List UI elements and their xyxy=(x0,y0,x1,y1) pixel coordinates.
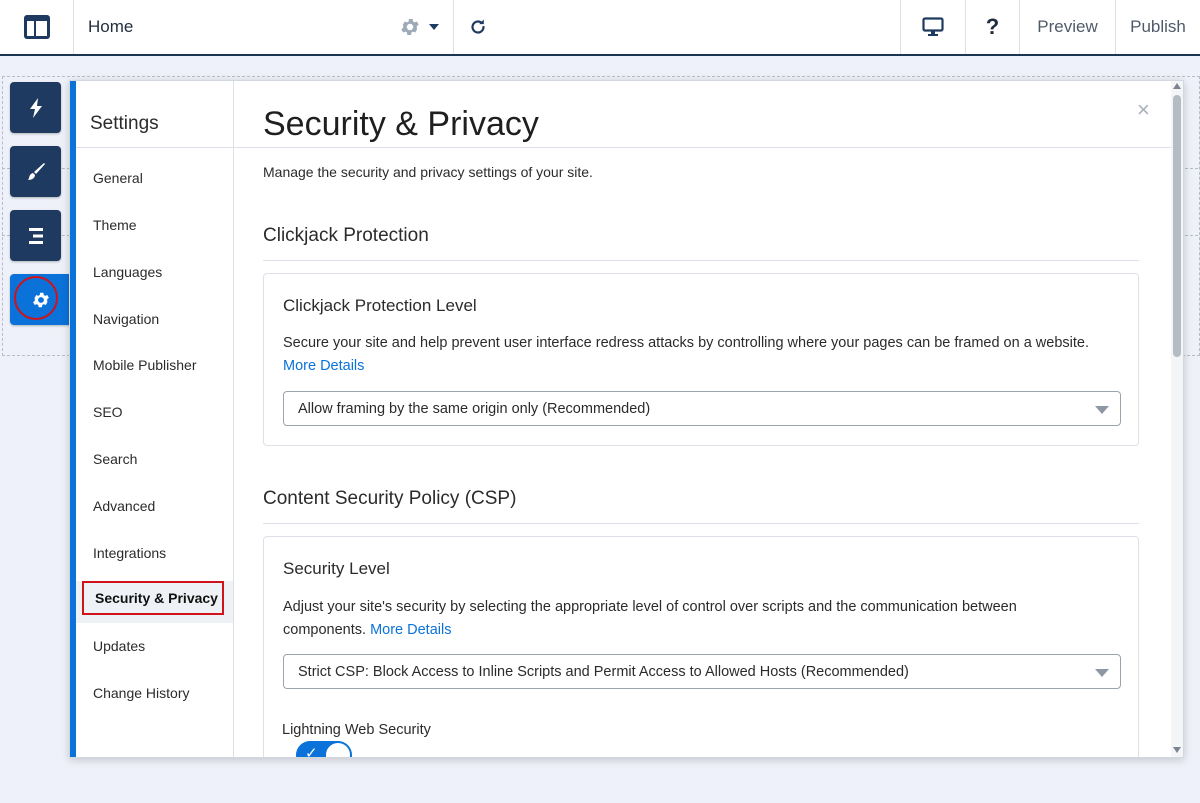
settings-sidebar: Settings General Theme Languages Navigat… xyxy=(76,81,234,757)
sidebar-item-navigation[interactable]: Navigation xyxy=(93,311,159,327)
divider xyxy=(263,260,1139,261)
sidebar-item-updates[interactable]: Updates xyxy=(93,638,145,654)
clickjack-level-select[interactable]: Allow framing by the same origin only (R… xyxy=(283,391,1121,426)
brush-icon xyxy=(27,162,45,180)
sidebar-item-seo[interactable]: SEO xyxy=(93,404,123,420)
settings-title: Settings xyxy=(90,113,159,134)
settings-content: Security & Privacy × Manage the security… xyxy=(234,81,1171,757)
preview-button[interactable]: Preview xyxy=(1020,0,1115,54)
csp-selected-option: Strict CSP: Block Access to Inline Scrip… xyxy=(298,663,909,680)
lightning-icon xyxy=(29,97,42,118)
page-description: Manage the security and privacy settings… xyxy=(263,164,593,180)
divider xyxy=(73,0,74,54)
layout-icon[interactable] xyxy=(0,0,73,54)
chevron-down-icon xyxy=(1095,406,1109,414)
sidebar-item-advanced[interactable]: Advanced xyxy=(93,498,155,514)
sidebar-item-security-privacy[interactable]: Security & Privacy xyxy=(82,581,224,615)
scrollbar[interactable] xyxy=(1171,81,1183,757)
sidebar-item-mobile-publisher[interactable]: Mobile Publisher xyxy=(93,357,197,373)
top-toolbar: Home ? Preview Publish xyxy=(0,0,1200,56)
settings-highlight-circle xyxy=(14,276,58,320)
publish-button[interactable]: Publish xyxy=(1116,0,1200,54)
csp-section-title: Content Security Policy (CSP) xyxy=(263,488,517,509)
csp-description: Adjust your site's security by selecting… xyxy=(283,596,1083,642)
sidebar-item-change-history[interactable]: Change History xyxy=(93,685,190,701)
clickjack-selected-option: Allow framing by the same origin only (R… xyxy=(298,400,651,417)
clickjack-description: Secure your site and help prevent user i… xyxy=(283,332,1123,378)
monitor-icon[interactable] xyxy=(901,0,965,54)
gear-icon xyxy=(401,19,419,35)
chevron-down-icon xyxy=(1095,669,1109,677)
close-icon[interactable]: × xyxy=(1137,97,1150,123)
clickjack-text: Secure your site and help prevent user i… xyxy=(283,335,1089,351)
sidebar-item-theme[interactable]: Theme xyxy=(93,217,137,233)
check-icon: ✓ xyxy=(305,745,318,758)
lightning-web-security-toggle[interactable]: ✓ xyxy=(296,741,352,758)
scroll-up-arrow[interactable] xyxy=(1173,83,1181,89)
pages-button[interactable] xyxy=(10,210,61,261)
settings-panel: Settings General Theme Languages Navigat… xyxy=(69,80,1184,758)
sidebar-item-general[interactable]: General xyxy=(93,170,143,186)
csp-card-title: Security Level xyxy=(283,559,390,578)
sidebar-item-languages[interactable]: Languages xyxy=(93,264,162,280)
csp-level-select[interactable]: Strict CSP: Block Access to Inline Scrip… xyxy=(283,654,1121,689)
page-title[interactable]: Home xyxy=(88,0,133,54)
help-button[interactable]: ? xyxy=(966,0,1019,54)
page-settings-button[interactable] xyxy=(392,0,446,54)
divider xyxy=(263,523,1139,524)
clickjack-section-title: Clickjack Protection xyxy=(263,225,429,246)
theme-button[interactable] xyxy=(10,146,61,197)
clickjack-card: Clickjack Protection Level Secure your s… xyxy=(263,273,1139,446)
sidebar-item-search[interactable]: Search xyxy=(93,451,137,467)
divider xyxy=(234,147,1171,148)
clickjack-more-details-link[interactable]: More Details xyxy=(283,358,364,374)
scroll-down-arrow[interactable] xyxy=(1173,747,1181,753)
clickjack-card-title: Clickjack Protection Level xyxy=(283,296,477,315)
lightning-web-security-label: Lightning Web Security xyxy=(282,722,431,738)
components-button[interactable] xyxy=(10,82,61,133)
toggle-knob xyxy=(325,742,351,757)
sidebar-item-integrations[interactable]: Integrations xyxy=(93,545,166,561)
list-icon xyxy=(28,227,43,244)
csp-more-details-link[interactable]: More Details xyxy=(370,622,451,638)
caret-down-icon xyxy=(429,24,439,30)
divider xyxy=(76,147,233,148)
refresh-icon[interactable] xyxy=(454,0,502,54)
scrollbar-thumb[interactable] xyxy=(1173,95,1181,357)
page-heading: Security & Privacy xyxy=(263,105,539,143)
